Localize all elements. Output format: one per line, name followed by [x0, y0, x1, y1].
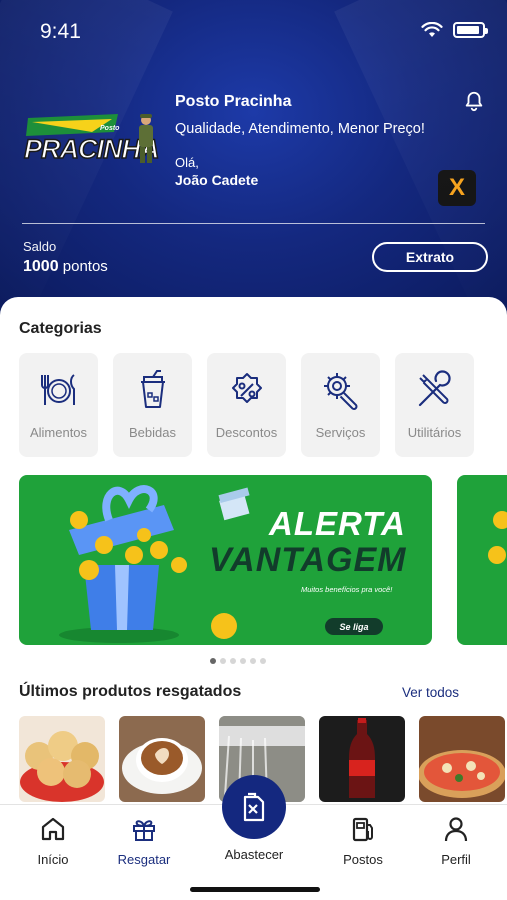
- header: 9:41 Posto PRACINHA Posto Pracinha Quali…: [0, 0, 507, 320]
- categories-list: Alimentos Bebidas Descontos Serviços Uti…: [19, 353, 474, 457]
- percent-badge-icon: [231, 373, 262, 403]
- category-bebidas[interactable]: Bebidas: [113, 353, 192, 457]
- balance-unit: pontos: [62, 258, 108, 275]
- carousel-dot[interactable]: [210, 658, 216, 664]
- banner-title-1: ALERTA: [269, 505, 406, 542]
- category-label: Descontos: [215, 425, 278, 440]
- balance-points: 1000: [23, 258, 59, 275]
- carousel-dot[interactable]: [230, 658, 236, 664]
- coin-icon: [488, 511, 507, 564]
- shop-tagline: Qualidade, Atendimento, Menor Preço!: [175, 121, 425, 137]
- categories-title: Categorias: [19, 320, 102, 337]
- nav-inicio[interactable]: Início: [8, 815, 98, 867]
- cheese-bread-image: [20, 731, 104, 802]
- wifi-icon: [421, 22, 443, 37]
- svg-text:PRACINHA: PRACINHA: [24, 134, 159, 164]
- nav-resgatar[interactable]: Resgatar: [99, 815, 189, 867]
- status-time: 9:41: [40, 20, 81, 43]
- partner-badge[interactable]: X: [438, 170, 476, 206]
- bell-icon[interactable]: [463, 90, 485, 112]
- header-divider: [22, 223, 485, 224]
- coffee-image: [122, 738, 202, 794]
- category-label: Serviços: [315, 425, 366, 440]
- carousel-dot[interactable]: [250, 658, 256, 664]
- banner-title-2: VANTAGEM: [209, 541, 407, 579]
- nav-perfil[interactable]: Perfil: [411, 815, 501, 867]
- user-name: João Cadete: [175, 172, 259, 188]
- gear-wrench-icon: [323, 373, 357, 410]
- nav-abastecer-label: Abastecer: [224, 847, 284, 862]
- product-pizza[interactable]: [419, 716, 505, 802]
- soda-bottle-image: [349, 718, 375, 798]
- category-alimentos[interactable]: Alimentos: [19, 353, 98, 457]
- statement-button[interactable]: Extrato: [372, 242, 488, 272]
- balance-value: 1000 pontos: [23, 258, 108, 276]
- coin-icon: [211, 613, 237, 639]
- banner-cta[interactable]: Se liga: [325, 618, 383, 635]
- nav-label: Início: [37, 852, 69, 867]
- see-all-link[interactable]: Ver todos: [402, 685, 459, 700]
- tools-icon: [418, 370, 451, 407]
- nav-label: Perfil: [441, 852, 471, 867]
- product-refrigerante[interactable]: [319, 716, 405, 802]
- fuel-can-icon: [243, 792, 265, 822]
- status-icons: [421, 22, 488, 38]
- nav-abastecer-button[interactable]: [222, 775, 286, 839]
- greeting: Olá,: [175, 155, 199, 170]
- battery-icon: [453, 22, 488, 38]
- nav-postos[interactable]: Postos: [318, 815, 408, 867]
- home-indicator: [190, 887, 320, 892]
- banner-subtitle: Muitos benefícios pra você!: [301, 585, 393, 594]
- carousel-dot[interactable]: [240, 658, 246, 664]
- category-descontos[interactable]: Descontos: [207, 353, 286, 457]
- main-content: Categorias Alimentos Bebidas Descontos S…: [0, 297, 507, 807]
- nav-label: Resgatar: [117, 852, 171, 867]
- gift-icon: [133, 820, 155, 841]
- nav-label: Postos: [343, 852, 383, 867]
- category-servicos[interactable]: Serviços: [301, 353, 380, 457]
- promo-banner[interactable]: ALERTA VANTAGEM Muitos benefícios pra vo…: [19, 475, 432, 645]
- next-banner-peek[interactable]: [457, 475, 507, 645]
- category-utilitarios[interactable]: Utilitários: [395, 353, 474, 457]
- user-icon: [444, 817, 468, 842]
- carousel-dot[interactable]: [220, 658, 226, 664]
- category-label: Bebidas: [129, 425, 176, 440]
- posto-pracinha-logo: Posto PRACINHA: [23, 114, 160, 165]
- shop-name: Posto Pracinha: [175, 93, 292, 110]
- bottom-nav: Início Resgatar Abastecer Postos Perfil: [0, 775, 507, 900]
- gift-box-illustration: [59, 485, 187, 643]
- drink-cup-icon: [140, 370, 165, 408]
- gas-station-icon: [352, 817, 373, 842]
- category-label: Utilitários: [407, 425, 462, 440]
- product-cafe[interactable]: [119, 716, 205, 802]
- carousel-dot[interactable]: [260, 658, 266, 664]
- balance-label: Saldo: [23, 239, 57, 254]
- small-gift-icon: [218, 487, 250, 521]
- category-label: Alimentos: [29, 425, 88, 440]
- recent-products-title: Últimos produtos resgatados: [19, 683, 242, 700]
- svg-text:Posto: Posto: [100, 125, 120, 132]
- utensils-icon: [40, 374, 75, 405]
- carousel-dots: [210, 658, 266, 664]
- product-pao-de-queijo[interactable]: [19, 716, 105, 802]
- home-icon: [41, 817, 65, 841]
- pizza-image: [419, 750, 505, 798]
